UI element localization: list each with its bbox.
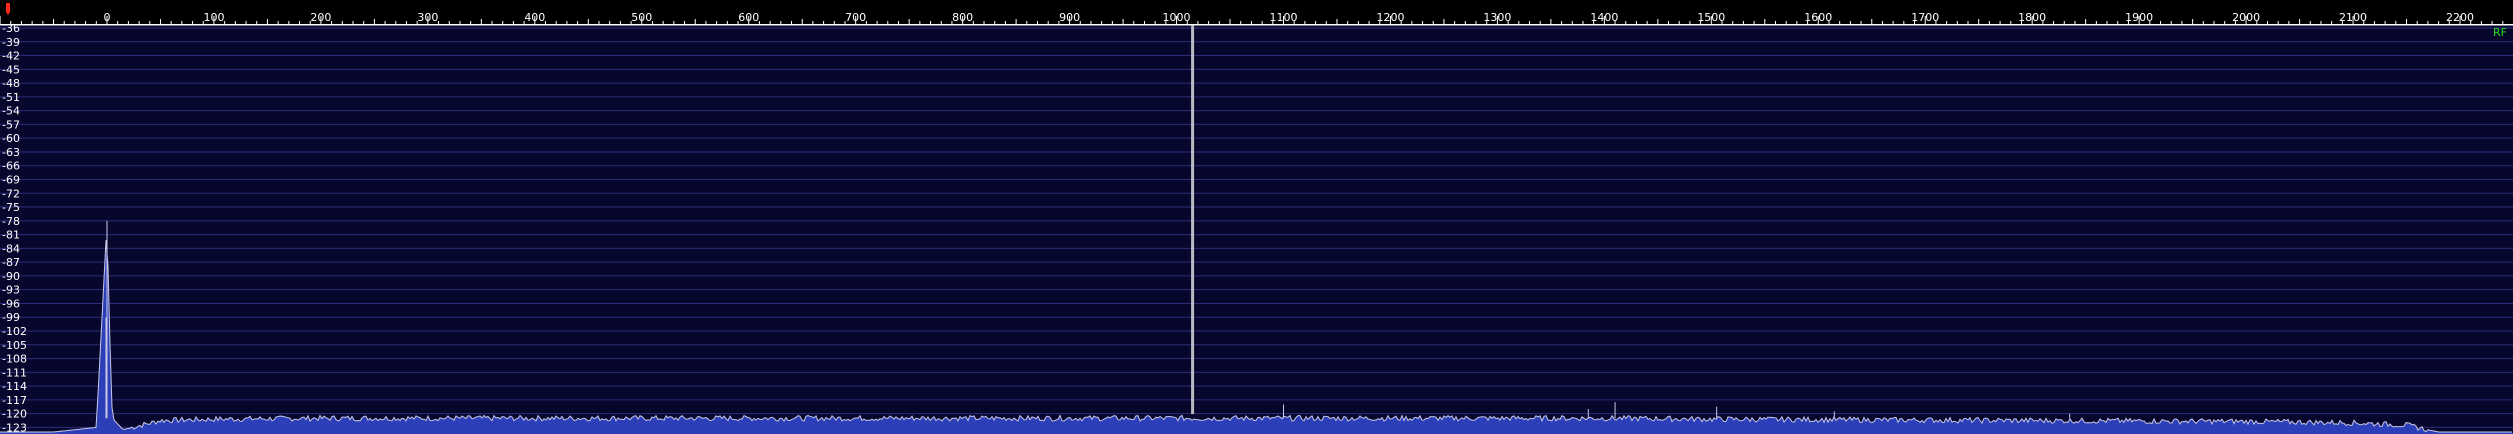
- db-tick-label: -111: [2, 366, 27, 379]
- frequency-tick-label: 1200: [1376, 11, 1404, 24]
- frequency-tick-label: 2000: [2232, 11, 2260, 24]
- frequency-tick-label: 900: [1059, 11, 1080, 24]
- db-tick-label: -75: [2, 201, 20, 214]
- frequency-tick-label: 1400: [1590, 11, 1618, 24]
- db-tick-label: -36: [2, 22, 20, 35]
- db-tick-label: -120: [2, 408, 27, 421]
- db-tick-label: -51: [2, 91, 20, 104]
- frequency-tick-label: 1600: [1804, 11, 1832, 24]
- db-tick-label: -105: [2, 339, 27, 352]
- frequency-tick-label: 1500: [1697, 11, 1725, 24]
- db-tick-label: -69: [2, 174, 20, 187]
- frequency-tick-label: 400: [524, 11, 545, 24]
- tuning-cursor[interactable]: [1191, 25, 1195, 414]
- db-tick-label: -48: [2, 77, 20, 90]
- frequency-tick-label: 1300: [1483, 11, 1511, 24]
- db-tick-label: -84: [2, 242, 20, 255]
- db-tick-label: -123: [2, 421, 27, 434]
- frequency-scale-baseline: [0, 24, 2513, 26]
- db-tick-label: -90: [2, 270, 20, 283]
- tuning-cursor-layer[interactable]: [1191, 25, 1195, 414]
- db-tick-label: -81: [2, 229, 20, 242]
- db-tick-label: -60: [2, 132, 20, 145]
- frequency-tick-label: 1800: [2018, 11, 2046, 24]
- frequency-tick-label: 700: [845, 11, 866, 24]
- db-tick-label: -99: [2, 311, 20, 324]
- db-tick-label: -39: [2, 36, 20, 49]
- db-tick-label: -117: [2, 394, 27, 407]
- db-tick-label: -42: [2, 50, 20, 63]
- spectrum-chart[interactable]: 0 100 200 300 400 500 600 700 800 900 1000 1100 1200…: [0, 0, 2513, 434]
- db-tick-label: -87: [2, 256, 20, 269]
- db-tick-label: -66: [2, 160, 20, 173]
- db-tick-label: -72: [2, 187, 20, 200]
- frequency-tick-label: 1000: [1163, 11, 1191, 24]
- db-tick-label: -93: [2, 284, 20, 297]
- db-tick-label: -102: [2, 325, 27, 338]
- db-tick-label: -108: [2, 353, 27, 366]
- frequency-tick-label: 0: [104, 11, 111, 24]
- frequency-tick-label: 600: [738, 11, 759, 24]
- frequency-tick-label: 100: [203, 11, 224, 24]
- db-tick-label: -114: [2, 380, 27, 393]
- frequency-tick-label: 1100: [1270, 11, 1298, 24]
- frequency-tick-label: 200: [310, 11, 331, 24]
- frequency-tick-label: 2200: [2446, 11, 2474, 24]
- db-tick-label: -78: [2, 215, 20, 228]
- frequency-tick-label: 1700: [1911, 11, 1939, 24]
- db-tick-label: -63: [2, 146, 20, 159]
- db-tick-label: -54: [2, 105, 20, 118]
- mode-label[interactable]: RF: [2493, 26, 2507, 39]
- spectrum-display[interactable]: 0 100 200 300 400 500 600 700 800 900 1000 1100 1200…: [0, 0, 2513, 434]
- db-tick-label: -57: [2, 118, 20, 131]
- db-tick-label: -45: [2, 63, 20, 76]
- frequency-tick-label: 300: [417, 11, 438, 24]
- db-tick-label: -96: [2, 297, 20, 310]
- frequency-tick-label: 800: [952, 11, 973, 24]
- frequency-tick-label: 2100: [2339, 11, 2367, 24]
- frequency-tick-label: 1900: [2125, 11, 2153, 24]
- frequency-tick-label: 500: [631, 11, 652, 24]
